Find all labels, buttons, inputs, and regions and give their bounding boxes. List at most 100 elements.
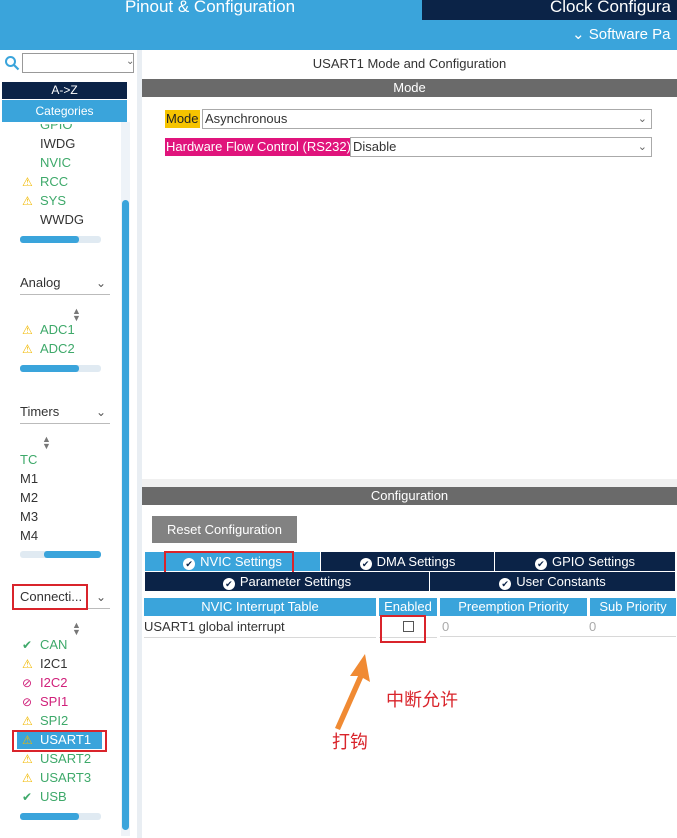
sidebar-item-label: IWDG [40,136,76,151]
sort-arrows-icon[interactable]: ▲ ▼ [72,307,81,323]
highlight-enabled-checkbox [380,615,426,643]
tab-dma-settings[interactable]: ✔ DMA Settings [321,552,494,571]
sidebar-item-label: M3 [20,509,39,524]
sidebar-item-m2[interactable]: M2 [20,489,38,507]
sidebar-item-label: M1 [20,471,39,486]
sidebar-item-can[interactable]: ✔ CAN [22,636,67,654]
chevron-down-icon: ⌄ [637,113,647,125]
warning-icon: ⚠ [22,657,33,671]
timers-list-scrollbar[interactable] [20,551,101,558]
sidebar-item-wwdg[interactable]: WWDG [22,211,84,229]
sidebar-item-label: SPI2 [40,713,69,728]
tab-label: GPIO Settings [551,554,636,569]
table-cell-preemption[interactable]: 0 [440,617,587,637]
mode-section-header: Mode [142,79,677,97]
sidebar-item-adc2[interactable]: ⚠ ADC2 [22,340,75,358]
sidebar-item-iwdg[interactable]: IWDG [22,135,75,153]
sidebar-item-label: SPI1 [40,694,69,709]
warning-icon: ⚠ [22,342,33,356]
sidebar-item-m3[interactable]: M3 [20,508,38,526]
sidebar-item-usart3[interactable]: ⚠ USART3 [22,769,91,787]
search-icon[interactable] [4,55,20,71]
sidebar-item-tc[interactable]: TC [20,451,37,469]
mode-select-value: Asynchronous [205,111,288,126]
component-search-input[interactable] [22,53,134,73]
categories-button[interactable]: Categories [2,100,127,122]
sidebar-item-spi1[interactable]: ⊘ SPI1 [22,693,68,711]
highlight-connectivity [12,584,88,610]
sidebar-item-usart2[interactable]: ⚠ USART2 [22,750,91,768]
sidebar-item-i2c2[interactable]: ⊘ I2C2 [22,674,67,692]
scrollbar-thumb[interactable] [20,813,79,820]
tab-label: User Constants [516,574,606,589]
annotation-check-it: 打钩 [332,732,368,753]
sidebar-item-label: CAN [40,637,68,652]
sidebar-item-nvic[interactable]: NVIC [22,154,71,172]
tab-user-constants[interactable]: ✔ User Constants [430,572,675,591]
column-header-enabled[interactable]: Enabled [379,598,437,616]
category-label: Analog [20,275,61,290]
reset-configuration-button[interactable]: Reset Configuration [152,516,297,543]
disabled-icon: ⊘ [22,676,33,690]
tab-label: DMA Settings [376,554,456,569]
hardware-flow-control-select[interactable]: Disable ⌄ [350,137,652,157]
software-packs-menu[interactable]: ⌄ Software Pa [572,25,670,43]
check-circle-icon: ✔ [359,558,372,570]
sidebar-item-rcc[interactable]: ⚠ RCC [22,173,68,191]
sidebar-item-label: ADC2 [40,341,75,356]
scrollbar-thumb[interactable] [44,551,101,558]
search-dropdown-icon[interactable]: ⌄ [126,56,134,67]
sidebar-item-label: ADC1 [40,322,75,337]
sort-arrows-icon[interactable]: ▲ ▼ [42,435,51,451]
warning-icon: ⚠ [22,771,33,785]
sidebar-item-m1[interactable]: M1 [20,470,38,488]
software-packs-label: Software Pa [588,26,671,43]
panel-divider[interactable] [137,50,142,838]
sidebar-item-m4[interactable]: M4 [20,527,38,545]
sidebar-item-label: M4 [20,528,39,543]
sort-az-button[interactable]: A->Z [2,82,127,99]
chevron-down-icon: ⌄ [637,141,647,153]
system-list-scrollbar[interactable] [20,236,101,243]
sidebar-item-label: I2C2 [40,675,68,690]
sidebar-item-label: TC [20,452,38,467]
sidebar-item-label: I2C1 [40,656,68,671]
check-icon: ✔ [22,790,33,804]
connectivity-list-scrollbar[interactable] [20,813,101,820]
tab-pinout-configuration[interactable]: Pinout & Configuration [0,0,420,20]
highlight-nvic-tab [164,551,294,574]
panel-splitter[interactable] [142,479,677,487]
chevron-down-icon: ⌄ [95,590,106,604]
tab-clock-configuration[interactable]: Clock Configura [422,0,677,20]
highlight-usart1 [12,730,107,752]
scrollbar-thumb[interactable] [20,365,79,372]
sidebar-item-label: NVIC [40,155,72,170]
sidebar-item-adc1[interactable]: ⚠ ADC1 [22,321,75,339]
check-icon: ✔ [22,638,33,652]
column-header-sub-priority[interactable]: Sub Priority [590,598,676,616]
sort-arrows-icon[interactable]: ▲ ▼ [72,621,81,637]
table-cell-sub-priority[interactable]: 0 [587,617,676,637]
table-cell-interrupt-name: USART1 global interrupt [144,617,376,638]
scrollbar-thumb[interactable] [20,236,79,243]
warning-icon: ⚠ [22,323,33,337]
mode-label: Mode [165,110,200,128]
flow-select-value: Disable [353,139,397,154]
analog-list-scrollbar[interactable] [20,365,101,372]
sidebar-item-i2c1[interactable]: ⚠ I2C1 [22,655,67,673]
column-header-preemption-priority[interactable]: Preemption Priority [440,598,587,616]
chevron-down-icon: ⌄ [95,405,106,419]
category-analog[interactable]: Analog ⌄ [20,272,110,295]
sidebar-item-usb[interactable]: ✔ USB [22,788,67,806]
sidebar-item-label: M2 [20,490,39,505]
check-circle-icon: ✔ [222,578,235,590]
tab-gpio-settings[interactable]: ✔ GPIO Settings [495,552,675,571]
sidebar-scrollbar-thumb[interactable] [122,200,129,830]
category-timers[interactable]: Timers ⌄ [20,401,110,424]
sidebar-item-spi2[interactable]: ⚠ SPI2 [22,712,68,730]
sidebar-item-sys[interactable]: ⚠ SYS [22,192,66,210]
tab-parameter-settings[interactable]: ✔ Parameter Settings [145,572,429,591]
mode-select[interactable]: Asynchronous ⌄ [202,109,652,129]
column-header-interrupt[interactable]: NVIC Interrupt Table [144,598,376,616]
disabled-icon: ⊘ [22,695,33,709]
